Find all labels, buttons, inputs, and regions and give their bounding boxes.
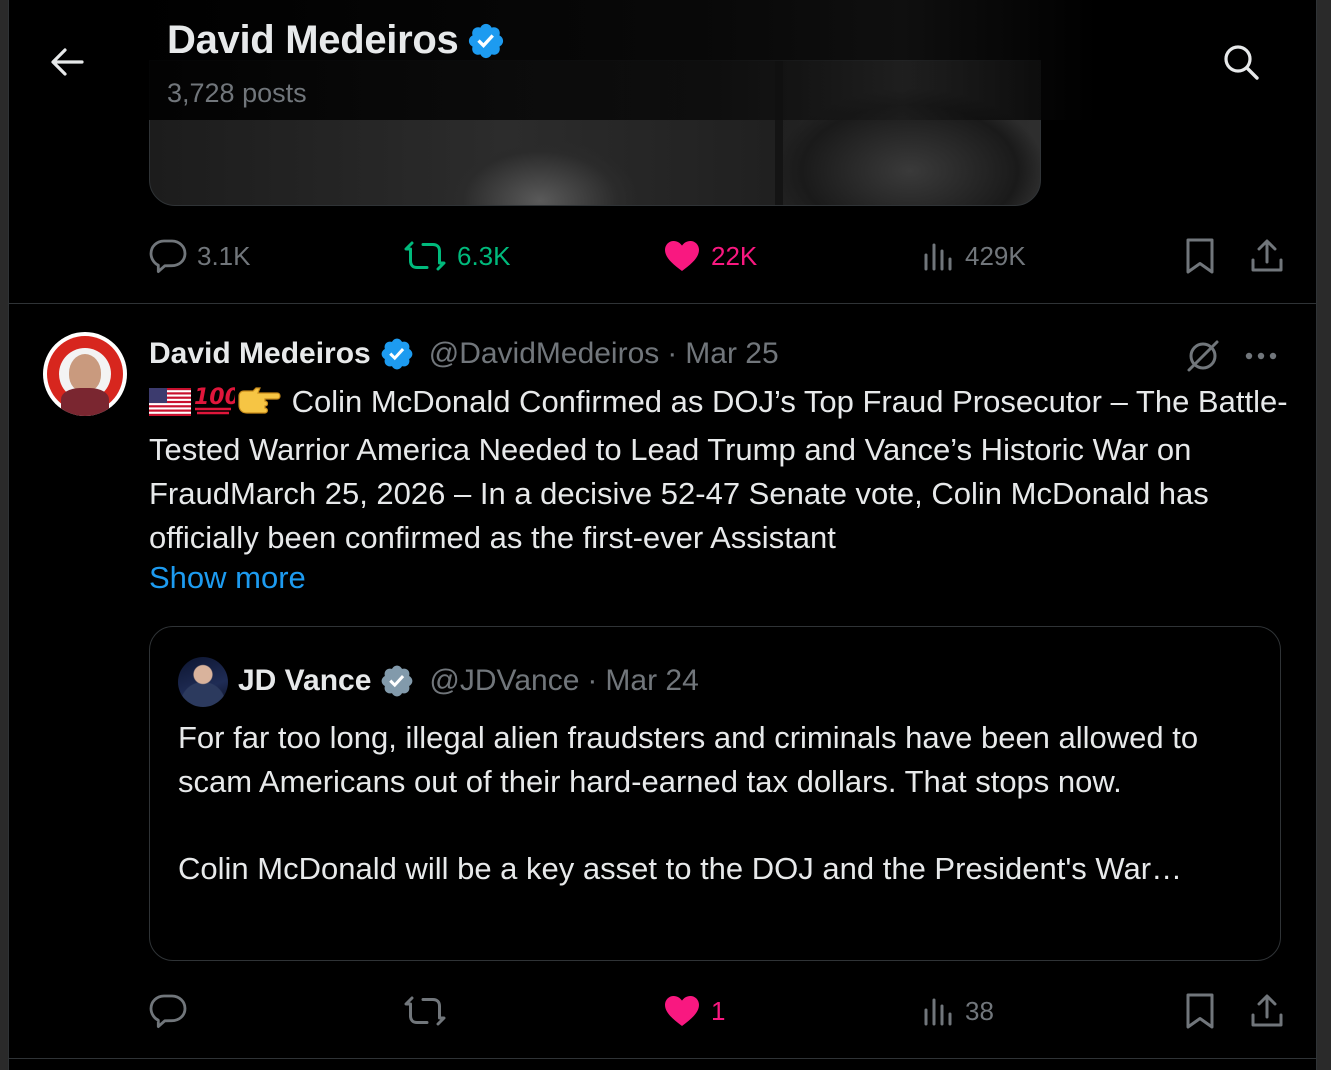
author-name[interactable]: David Medeiros	[149, 337, 371, 371]
tweet-actions: 1 38	[149, 991, 1283, 1031]
reply-icon	[149, 239, 187, 273]
repost-icon	[404, 241, 446, 271]
search-button[interactable]	[1219, 40, 1263, 84]
arrow-left-icon	[51, 48, 84, 76]
quote-author-handle: @JDVance	[429, 664, 580, 697]
repost-button[interactable]: 6.3K	[403, 236, 511, 276]
quote-date: Mar 24	[605, 664, 699, 697]
quote-author-name: JD Vance	[238, 664, 372, 697]
repost-button[interactable]	[403, 991, 457, 1031]
views-chart-icon	[924, 243, 952, 271]
reply-count: 3.1K	[197, 240, 251, 271]
verified-badge-icon	[469, 23, 504, 58]
tweet-text-content: Colin McDonald Confirmed as DOJ’s Top Fr…	[149, 384, 1288, 555]
timeline-column: David Medeiros 3,728 posts 3.1K 6.3K 22K…	[8, 0, 1317, 1070]
reply-icon	[149, 994, 187, 1028]
like-count: 22K	[711, 240, 758, 271]
profile-name: David Medeiros	[167, 18, 459, 62]
hundred-points-icon: 100	[193, 382, 240, 428]
tweet-header: David Medeiros @DavidMedeiros · Mar 25	[149, 334, 779, 374]
grok-icon	[1187, 340, 1219, 372]
grok-button[interactable]	[1183, 336, 1223, 376]
svg-text:100: 100	[194, 385, 235, 410]
heart-filled-icon	[665, 241, 699, 271]
quote-header: JD Vance @JDVance · Mar 24	[238, 661, 699, 701]
views-button[interactable]: 38	[921, 991, 994, 1031]
views-chart-icon	[924, 998, 952, 1026]
quoted-tweet[interactable]: JD Vance @JDVance · Mar 24 For far too l…	[149, 626, 1281, 961]
more-options-button[interactable]	[1241, 336, 1281, 376]
reply-button[interactable]: 3.1K	[149, 236, 251, 276]
bookmark-icon	[1186, 238, 1214, 274]
views-button[interactable]: 429K	[921, 236, 1026, 276]
profile-header: David Medeiros 3,728 posts	[9, 0, 1316, 120]
tweet-text: 100 Colin McDonald Confirmed as DOJ’s To…	[149, 380, 1289, 560]
repost-count: 6.3K	[457, 240, 511, 271]
search-icon	[1224, 45, 1259, 80]
backhand-pointing-right-icon	[237, 384, 281, 428]
reply-button[interactable]	[149, 991, 197, 1031]
views-count: 429K	[965, 240, 1026, 271]
bookmark-button[interactable]	[1183, 236, 1217, 276]
author-handle[interactable]: @DavidMedeiros	[429, 337, 660, 371]
back-button[interactable]	[45, 42, 89, 82]
verified-badge-gray-icon	[382, 665, 413, 697]
header-title: David Medeiros	[167, 18, 506, 63]
views-count: 38	[965, 995, 994, 1026]
separator-dot: ·	[667, 337, 678, 370]
posts-count: 3,728 posts	[167, 78, 307, 108]
separator-dot: ·	[587, 664, 598, 697]
bookmark-icon	[1186, 993, 1214, 1029]
share-icon	[1251, 239, 1283, 272]
show-more-link[interactable]: Show more	[149, 556, 306, 600]
quote-paragraph-1: For far too long, illegal alien fraudste…	[178, 720, 1199, 799]
quote-text: For far too long, illegal alien fraudste…	[178, 716, 1258, 891]
share-button[interactable]	[1249, 236, 1285, 276]
quote-author-avatar[interactable]	[178, 657, 228, 707]
tweet-divider	[9, 1058, 1316, 1059]
like-button[interactable]: 22K	[663, 236, 757, 276]
verified-badge-icon	[381, 338, 413, 370]
share-icon	[1251, 994, 1283, 1027]
previous-tweet-actions: 3.1K 6.3K 22K 429K	[149, 236, 1283, 276]
tweet-divider	[9, 303, 1316, 304]
repost-icon	[404, 996, 446, 1026]
author-avatar[interactable]	[43, 332, 127, 416]
tweet-date[interactable]: Mar 25	[685, 337, 778, 371]
like-button[interactable]: 1	[663, 991, 725, 1031]
quote-paragraph-2: Colin McDonald will be a key asset to th…	[178, 851, 1183, 886]
more-horizontal-icon	[1245, 352, 1277, 360]
heart-filled-icon	[665, 996, 699, 1026]
us-flag-icon	[149, 384, 191, 428]
bookmark-button[interactable]	[1183, 991, 1217, 1031]
share-button[interactable]	[1249, 991, 1285, 1031]
like-count: 1	[711, 995, 726, 1026]
